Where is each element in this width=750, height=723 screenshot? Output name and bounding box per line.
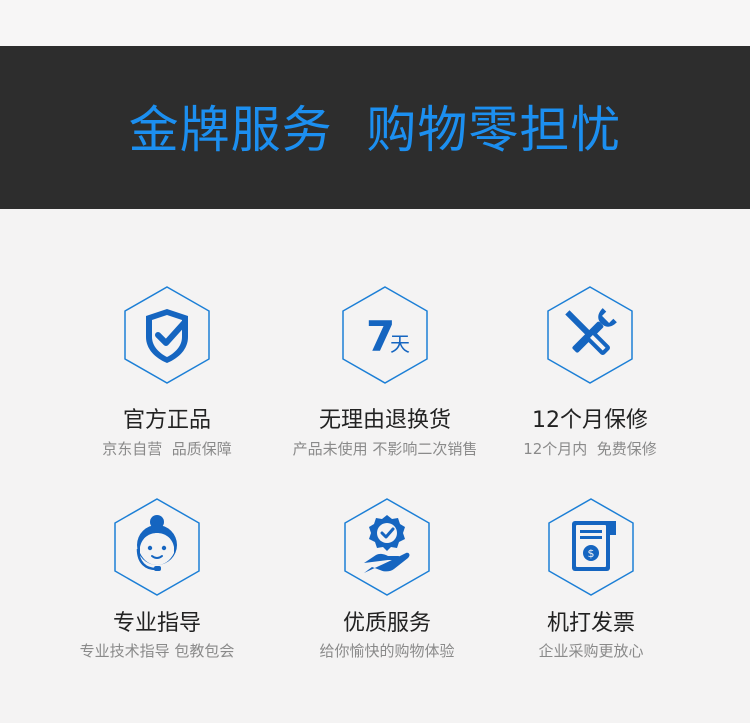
hand-badge-icon (344, 498, 430, 596)
feature-title: 机打发票 (546, 611, 635, 636)
top-strip (0, 0, 750, 46)
feature-grid: 官方正品 京东自营 品质保障 7 天 无理由退换货 产品未使用 不影响二次销售 (0, 209, 750, 723)
feature-invoice: $ 机打发票 企业采购更放心 (466, 209, 716, 723)
feature-title: 专业指导 (112, 611, 201, 636)
svg-text:$: $ (588, 547, 595, 560)
banner: 金牌服务 购物零担忧 (0, 46, 750, 209)
feature-subtitle: 企业采购更放心 (538, 642, 644, 660)
feature-subtitle: 专业技术指导 包教包会 (79, 642, 235, 660)
invoice-icon: $ (548, 498, 634, 596)
banner-title: 金牌服务 购物零担忧 (128, 100, 622, 159)
customer-service-icon (114, 498, 200, 596)
feature-guidance: 专业指导 专业技术指导 包教包会 (32, 209, 282, 723)
